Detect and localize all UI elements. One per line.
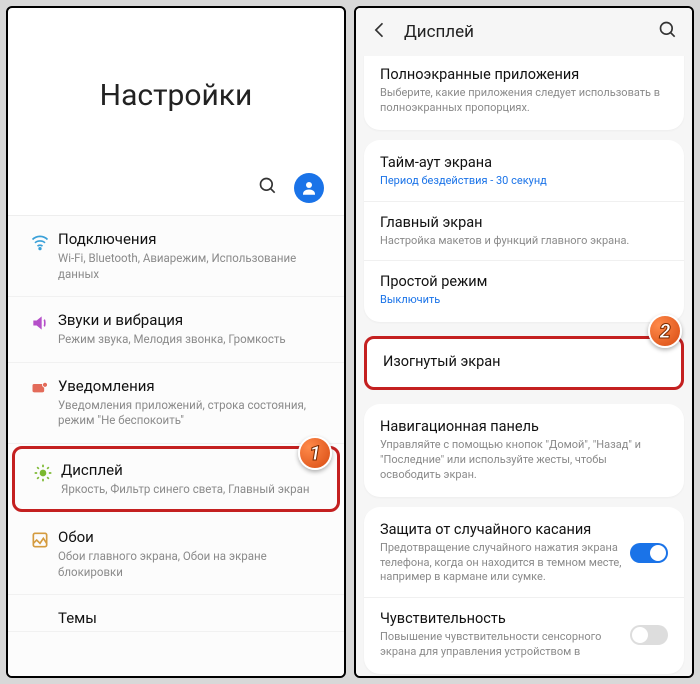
row-title: Изогнутый экран xyxy=(383,353,665,370)
row-title: Звуки и вибрация xyxy=(58,311,328,329)
notification-icon xyxy=(22,377,58,399)
row-sub: Обои главного экрана, Обои на экране бло… xyxy=(58,549,328,580)
row-easy-mode[interactable]: Простой режим Выключить xyxy=(364,260,684,320)
sound-icon xyxy=(22,311,58,333)
row-title: Темы xyxy=(58,609,328,627)
row-title: Тайм-аут экрана xyxy=(380,154,668,171)
row-sub: Уведомления приложений, строка состояния… xyxy=(58,398,328,429)
row-title: Главный экран xyxy=(380,214,668,231)
row-sub: Предотвращение случайного нажатия экрана… xyxy=(380,541,624,586)
row-title: Полноэкранные приложения xyxy=(380,66,668,83)
header-title: Дисплей xyxy=(404,22,644,42)
row-sub: Режим звука, Мелодия звонка, Громкость xyxy=(58,332,328,348)
search-icon[interactable] xyxy=(658,20,678,44)
search-icon[interactable] xyxy=(258,176,278,200)
row-sounds[interactable]: Звуки и вибрация Режим звука, Мелодия зв… xyxy=(8,297,344,363)
row-title: Навигационная панель xyxy=(380,418,668,435)
row-accidental-touch[interactable]: Защита от случайного касания Предотвраще… xyxy=(364,509,684,598)
settings-screen: Настройки Подключения Wi-Fi, Bluetooth, … xyxy=(6,6,346,678)
row-sub: Настройка макетов и функций главного экр… xyxy=(380,234,668,249)
row-sub: Повышение чувствительности сенсорного эк… xyxy=(380,630,624,660)
row-notifications[interactable]: Уведомления Уведомления приложений, стро… xyxy=(8,363,344,444)
row-fullscreen-apps[interactable]: Полноэкранные приложения Выберите, какие… xyxy=(364,56,684,128)
row-screen-timeout[interactable]: Тайм-аут экрана Период бездействия - 30 … xyxy=(364,142,684,201)
brightness-icon xyxy=(25,461,61,483)
row-display[interactable]: Дисплей Яркость, Фильтр синего света, Гл… xyxy=(12,446,340,513)
page-title: Настройки xyxy=(8,8,344,173)
header-actions xyxy=(8,173,344,215)
row-title: Чувствительность xyxy=(380,610,624,627)
header-bar: Дисплей xyxy=(356,8,692,56)
card-screen: Тайм-аут экрана Период бездействия - 30 … xyxy=(364,140,684,323)
row-title: Дисплей xyxy=(61,461,325,479)
row-title: Простой режим xyxy=(380,273,668,290)
row-title: Подключения xyxy=(58,230,328,248)
row-wallpapers[interactable]: Обои Обои главного экрана, Обои на экран… xyxy=(8,514,344,595)
row-sub: Яркость, Фильтр синего света, Главный эк… xyxy=(61,482,325,498)
row-home-screen[interactable]: Главный экран Настройка макетов и функци… xyxy=(364,201,684,261)
display-list: Полноэкранные приложения Выберите, какие… xyxy=(356,56,692,676)
card-nav: Навигационная панель Управляйте с помощь… xyxy=(364,404,684,497)
step-badge-1: 1 xyxy=(298,436,332,470)
row-navigation-bar[interactable]: Навигационная панель Управляйте с помощь… xyxy=(364,406,684,495)
row-sub: Wi-Fi, Bluetooth, Авиарежим, Использован… xyxy=(58,251,328,282)
wifi-icon xyxy=(22,230,58,252)
row-themes[interactable]: Темы xyxy=(8,595,344,632)
row-sub: Управляйте с помощью кнопок "Домой", "На… xyxy=(380,438,668,483)
account-avatar[interactable] xyxy=(294,173,324,203)
wallpaper-icon xyxy=(22,528,58,550)
row-sub: Период бездействия - 30 секунд xyxy=(380,174,668,189)
back-icon[interactable] xyxy=(370,20,390,44)
row-edge-screen[interactable]: Изогнутый экран xyxy=(364,336,684,390)
row-sub: Выберите, какие приложения следует испол… xyxy=(380,86,668,116)
settings-list: Подключения Wi-Fi, Bluetooth, Авиарежим,… xyxy=(8,215,344,676)
row-title: Защита от случайного касания xyxy=(380,521,624,538)
row-title: Уведомления xyxy=(58,377,328,395)
card-fullscreen: Полноэкранные приложения Выберите, какие… xyxy=(364,56,684,130)
themes-icon xyxy=(22,609,58,611)
card-touch: Защита от случайного касания Предотвраще… xyxy=(364,507,684,674)
row-sub: Выключить xyxy=(380,293,668,308)
toggle-sensitivity[interactable] xyxy=(630,625,668,645)
display-settings-screen: Дисплей Полноэкранные приложения Выберит… xyxy=(354,6,694,678)
toggle-accidental-touch[interactable] xyxy=(630,543,668,563)
step-badge-2: 2 xyxy=(648,314,682,348)
row-title: Обои xyxy=(58,528,328,546)
row-touch-sensitivity[interactable]: Чувствительность Повышение чувствительно… xyxy=(364,597,684,672)
row-connections[interactable]: Подключения Wi-Fi, Bluetooth, Авиарежим,… xyxy=(8,216,344,297)
